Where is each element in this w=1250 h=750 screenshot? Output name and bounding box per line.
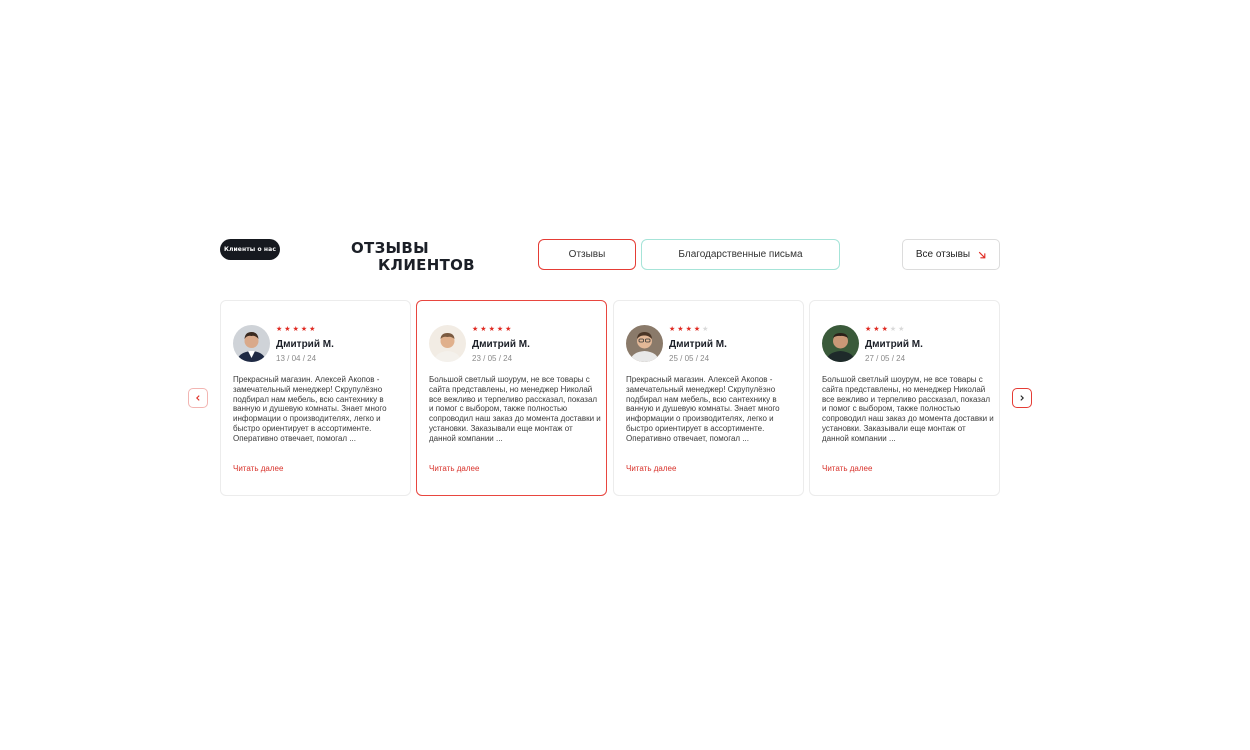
- review-date: 27 / 05 / 24: [865, 354, 906, 363]
- star-icon: ★: [693, 326, 701, 333]
- star-icon: ★: [865, 326, 872, 333]
- review-card[interactable]: ★ ★ ★ ★ ★ Дмитрий М. 25 / 05 / 24 Прекрасный…: [613, 300, 804, 496]
- reviewer-name: Дмитрий М.: [276, 339, 334, 350]
- star-icon: ★: [881, 326, 888, 333]
- section-title-line2: КЛИЕНТОВ: [378, 256, 475, 274]
- review-card[interactable]: ★ ★ ★ ★ ★ Дмитрий М. 23 / 05 / 24 Большой св…: [416, 300, 607, 496]
- section-badge: Клиенты о нас: [220, 239, 280, 260]
- tab-reviews[interactable]: Отзывы: [538, 239, 636, 270]
- review-card[interactable]: ★ ★ ★ ★ ★ Дмитрий М. 27 / 05 / 24 Большой св…: [809, 300, 1000, 496]
- rating-stars: ★ ★ ★ ★ ★: [472, 326, 511, 333]
- review-card[interactable]: ★ ★ ★ ★ ★ Дмитрий М. 13 / 04 / 24 Прекрасный…: [220, 300, 411, 496]
- arrow-down-right-icon: [978, 251, 986, 258]
- star-icon: ★: [669, 326, 676, 333]
- all-reviews-label: Все отзывы: [915, 249, 971, 260]
- read-more-link[interactable]: Читать далее: [822, 464, 872, 473]
- all-reviews-button[interactable]: Все отзывы: [902, 239, 1000, 270]
- review-text: Большой светлый шоурум, не все товары с …: [822, 375, 994, 443]
- rating-stars: ★ ★ ★ ★ ★: [669, 326, 708, 333]
- section-title-line1: ОТЗЫВЫ: [351, 239, 429, 257]
- star-icon: ★: [505, 326, 512, 333]
- read-more-link[interactable]: Читать далее: [429, 464, 479, 473]
- star-icon: ★: [677, 326, 684, 333]
- review-date: 23 / 05 / 24: [472, 354, 513, 363]
- review-date: 25 / 05 / 24: [669, 354, 710, 363]
- star-icon: ★: [898, 326, 905, 333]
- star-icon: ★: [496, 326, 504, 333]
- carousel-next-button[interactable]: [1012, 388, 1032, 408]
- star-icon: ★: [889, 326, 897, 333]
- star-icon: ★: [873, 326, 880, 333]
- review-text: Большой светлый шоурум, не все товары с …: [429, 375, 601, 443]
- reviewer-name: Дмитрий М.: [472, 339, 530, 350]
- star-icon: ★: [480, 326, 487, 333]
- review-date: 13 / 04 / 24: [276, 354, 317, 363]
- star-icon: ★: [292, 326, 299, 333]
- star-icon: ★: [488, 326, 495, 333]
- star-icon: ★: [685, 326, 692, 333]
- star-icon: ★: [702, 326, 709, 333]
- review-text: Прекрасный магазин. Алексей Акопов - зам…: [626, 375, 780, 443]
- star-icon: ★: [276, 326, 283, 333]
- review-text: Прекрасный магазин. Алексей Акопов - зам…: [233, 375, 387, 443]
- chevron-right-icon: [1020, 395, 1024, 401]
- star-icon: ★: [472, 326, 479, 333]
- rating-stars: ★ ★ ★ ★ ★: [865, 326, 904, 333]
- read-more-link[interactable]: Читать далее: [233, 464, 283, 473]
- reviewer-name: Дмитрий М.: [865, 339, 923, 350]
- star-icon: ★: [309, 326, 316, 333]
- carousel-prev-button[interactable]: [188, 388, 208, 408]
- star-icon: ★: [284, 326, 291, 333]
- avatar: [822, 325, 859, 362]
- tab-thank-you-letters[interactable]: Благодарственные письма: [641, 239, 840, 270]
- reviewer-name: Дмитрий М.: [669, 339, 727, 350]
- star-icon: ★: [300, 326, 308, 333]
- chevron-left-icon: [196, 395, 200, 401]
- avatar: [233, 325, 270, 362]
- read-more-link[interactable]: Читать далее: [626, 464, 676, 473]
- avatar: [626, 325, 663, 362]
- rating-stars: ★ ★ ★ ★ ★: [276, 326, 315, 333]
- avatar: [429, 325, 466, 362]
